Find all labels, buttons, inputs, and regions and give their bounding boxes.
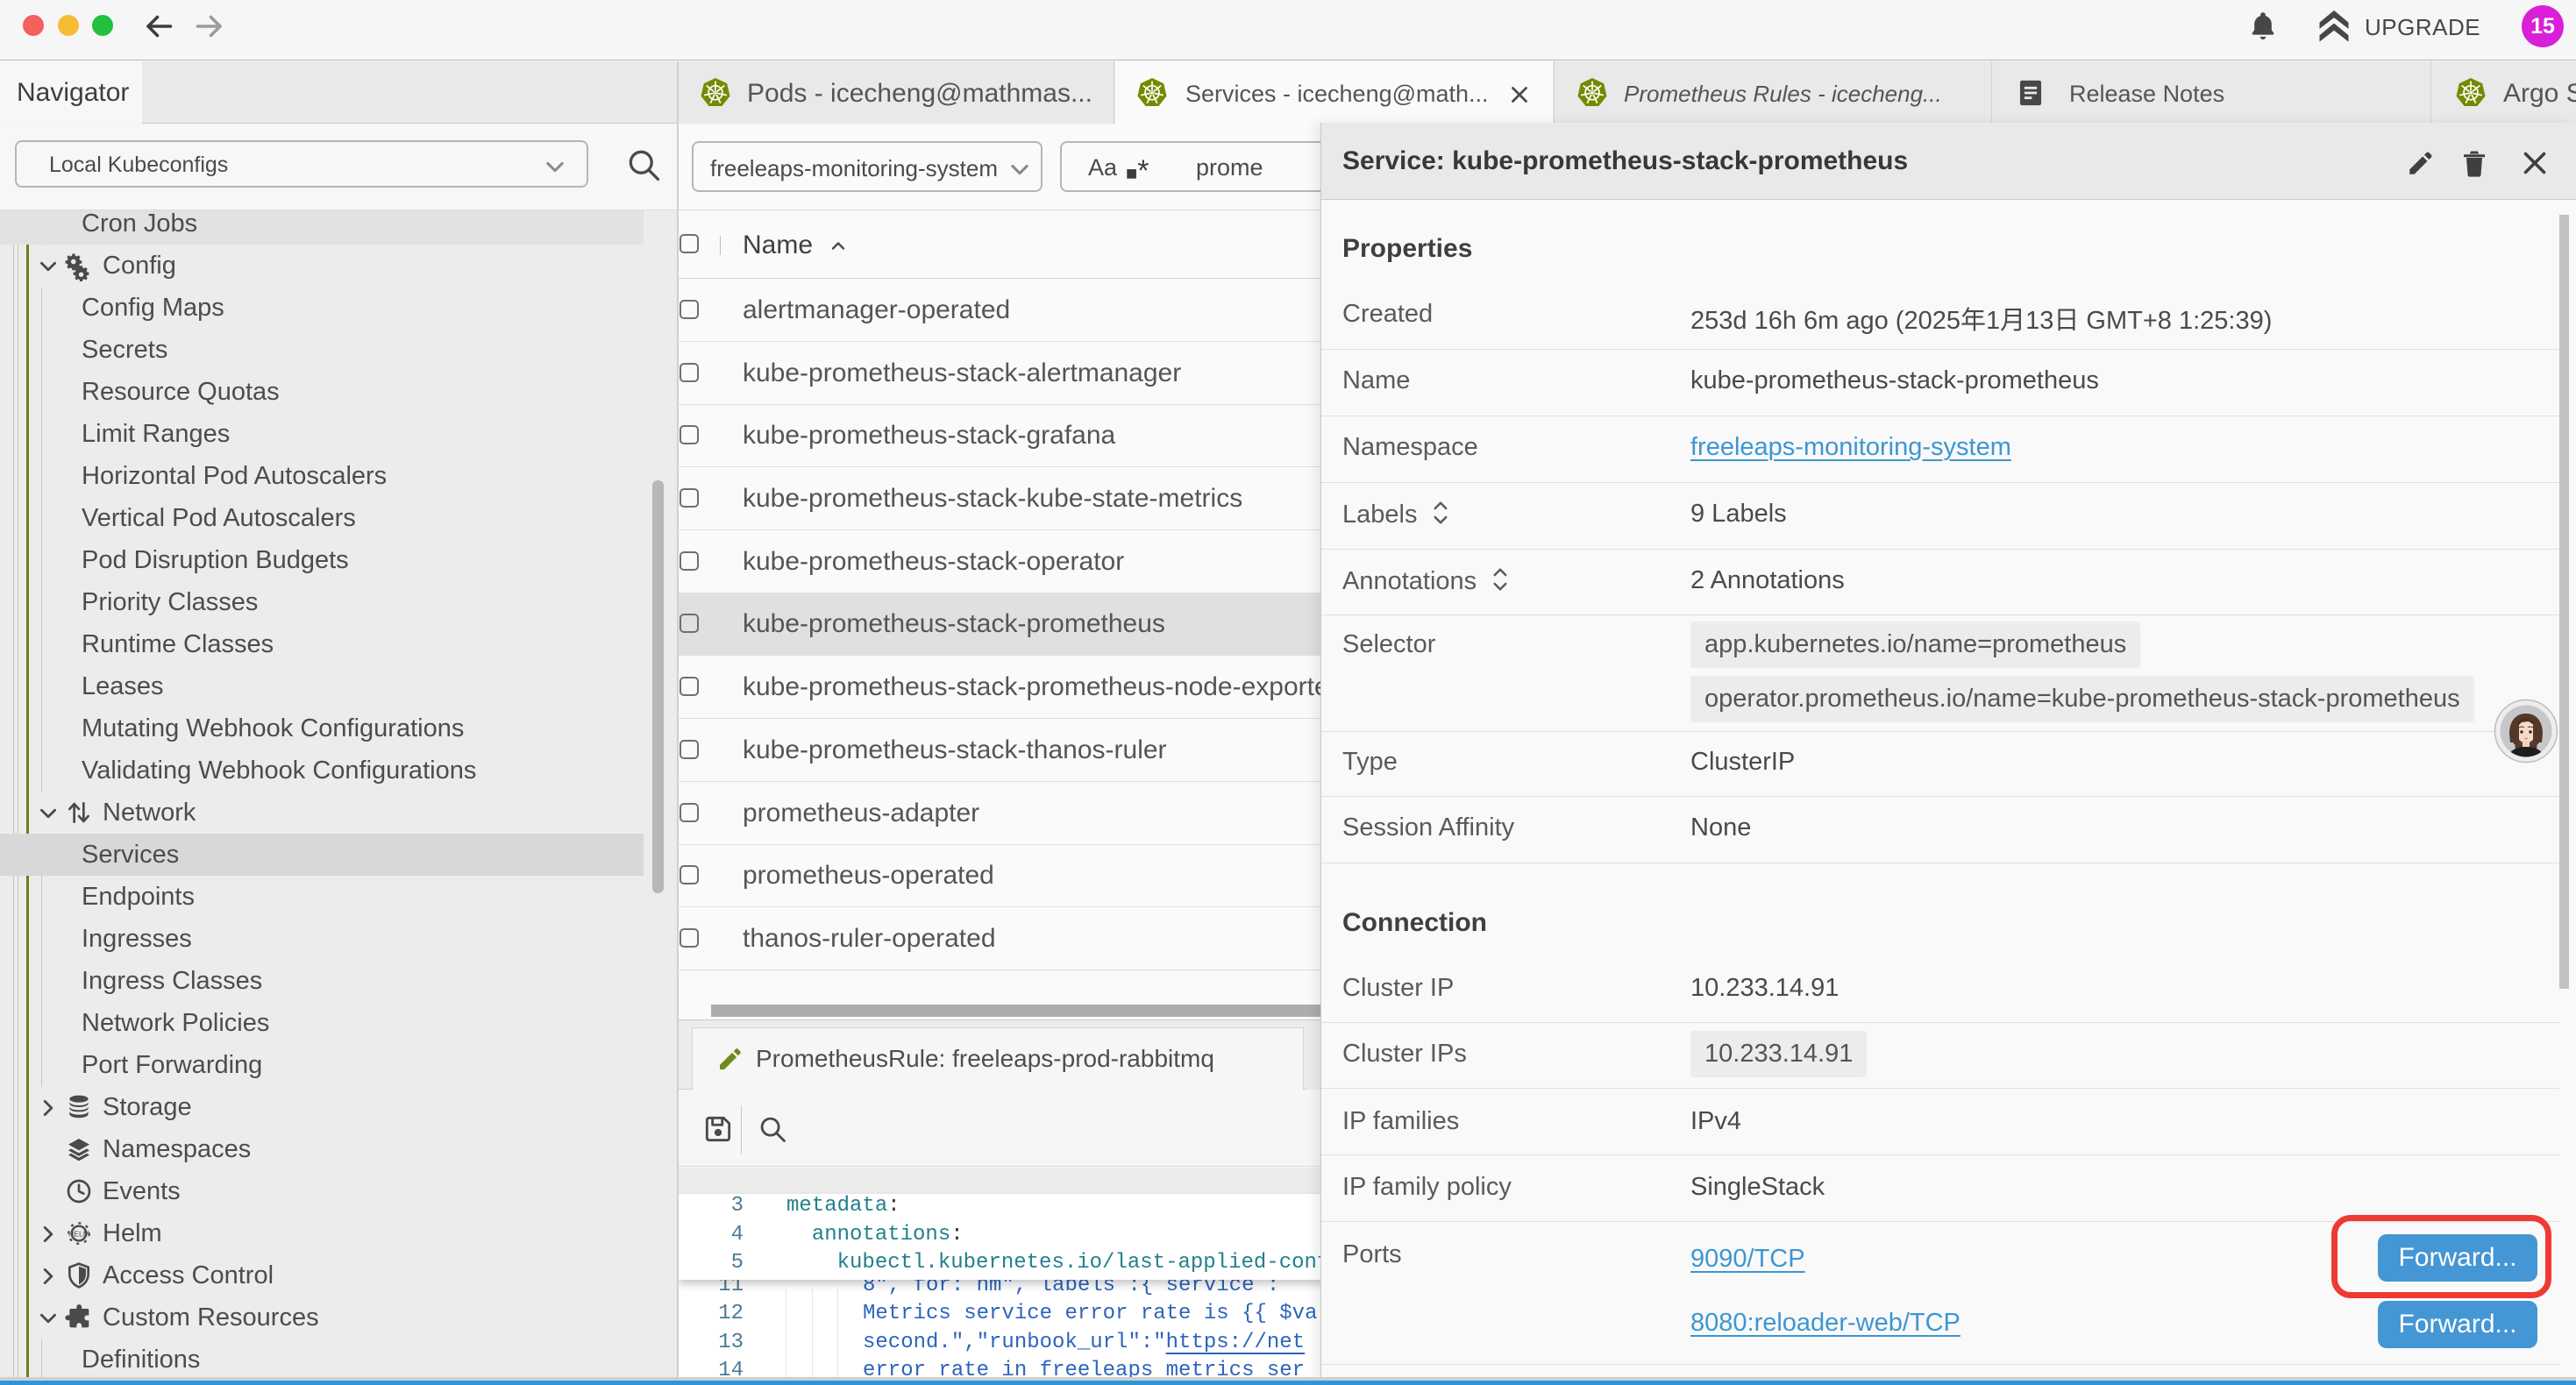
svg-text:HELM: HELM <box>68 1229 89 1238</box>
